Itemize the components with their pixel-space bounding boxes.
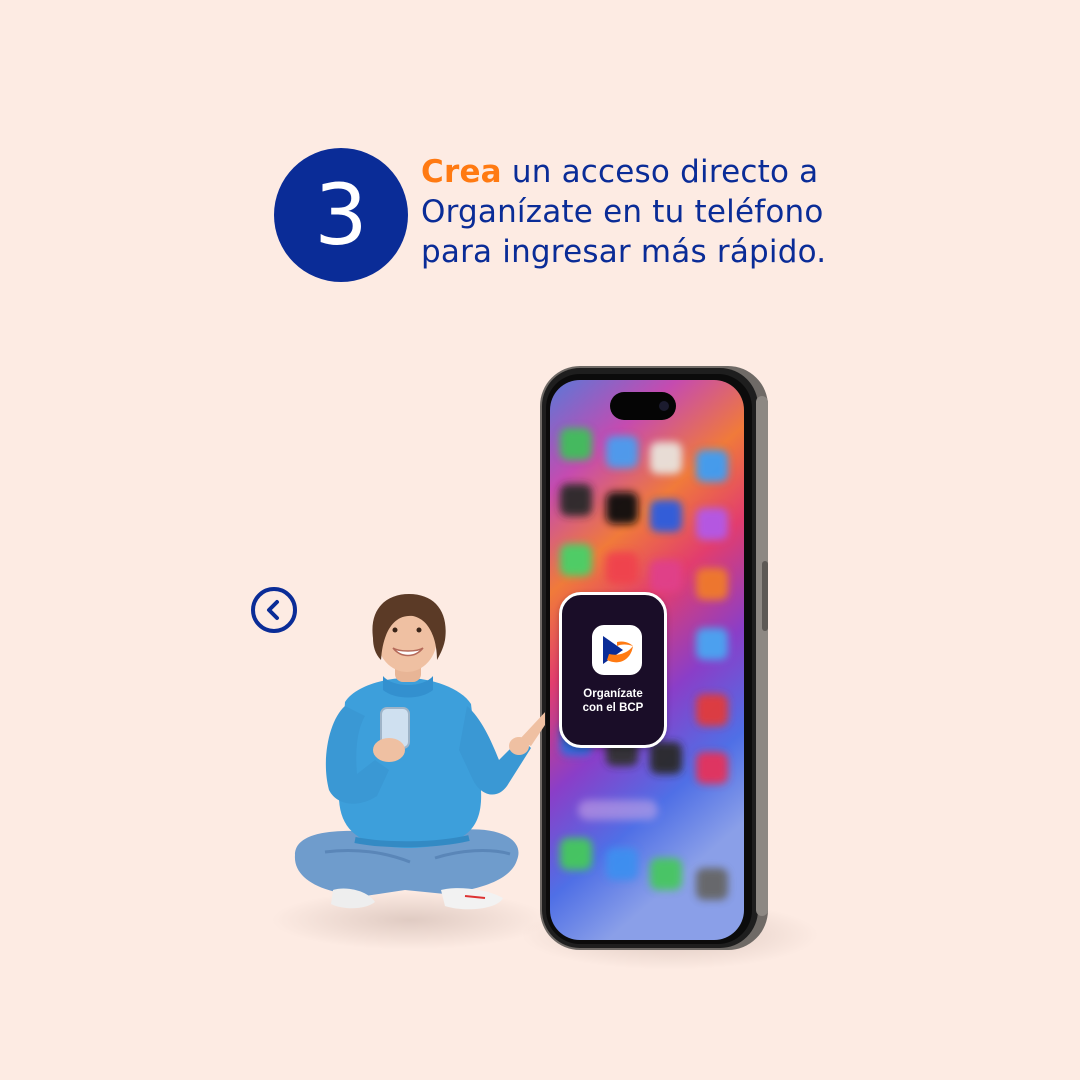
shortcut-label: Organízate con el BCP	[582, 688, 644, 714]
headline-highlight: Crea	[421, 154, 502, 190]
bcp-logo-icon	[592, 625, 642, 675]
step-number: 3	[314, 166, 368, 264]
step-number-badge: 3	[274, 148, 408, 282]
headline-line-1-rest: un acceso directo a	[501, 154, 819, 190]
headline-line-1: Crea un acceso directo a	[421, 152, 841, 192]
headline: Crea un acceso directo a Organízate en t…	[421, 152, 841, 272]
headline-line-2: Organízate en tu teléfono	[421, 194, 824, 230]
headline-line-3: para ingresar más rápido.	[421, 234, 827, 270]
smiling-woman-illustration	[294, 594, 545, 910]
chevron-left-icon	[267, 600, 279, 620]
organizate-app-shortcut[interactable]: Organízate con el BCP	[559, 592, 667, 748]
